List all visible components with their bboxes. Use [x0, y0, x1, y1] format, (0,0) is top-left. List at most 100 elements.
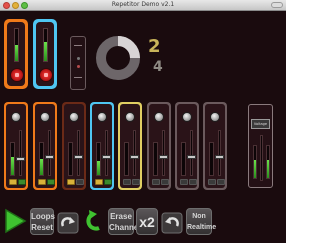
volume-fader-handle[interactable]: [16, 157, 25, 162]
loop-2-meter-fill: [44, 41, 47, 61]
channel-strip-1: [4, 102, 28, 190]
channel-strip-8: [203, 102, 227, 190]
selector-mark-top: [74, 45, 82, 46]
app-window: Repetitor Demo v2.1 2 4 Voltage Loops Re…: [0, 0, 286, 243]
channel-strip-4: [90, 102, 114, 190]
pan-knob[interactable]: [182, 112, 192, 122]
channel-strip-body: [6, 104, 26, 188]
loop-panel-1-body: [7, 22, 25, 86]
volume-fader-track[interactable]: [133, 130, 136, 176]
loop-2-record-button[interactable]: [39, 68, 53, 82]
double-speed-label: x2: [139, 214, 155, 230]
channel-strip-body: [64, 104, 84, 188]
volume-fader-track[interactable]: [77, 130, 80, 176]
erase-channel-label: Erase Channel: [109, 212, 141, 232]
channel-solo-button[interactable]: [161, 179, 169, 185]
pan-knob[interactable]: [125, 112, 135, 122]
channel-mute-button[interactable]: [180, 179, 188, 185]
channel-solo-button[interactable]: [47, 179, 55, 185]
channel-strip-3: [62, 102, 86, 190]
volume-fader-track[interactable]: [19, 130, 22, 176]
channel-solo-button[interactable]: [76, 179, 84, 185]
volume-fader-handle[interactable]: [45, 155, 54, 160]
volume-fader-handle[interactable]: [102, 155, 111, 160]
volume-fader-handle[interactable]: [130, 155, 139, 160]
channel-level-meter: [10, 142, 15, 176]
play-button[interactable]: [3, 207, 27, 235]
loop-1-meter: [14, 28, 19, 62]
channel-strip-7: [175, 102, 199, 190]
loop-1-meter-fill: [15, 45, 18, 61]
loop-panel-2: [33, 19, 57, 89]
pan-knob[interactable]: [69, 112, 79, 122]
master-meter-right-fill: [267, 160, 269, 178]
channel-level-meter: [39, 142, 44, 176]
undo-button[interactable]: [161, 212, 183, 234]
channel-mute-button[interactable]: [67, 179, 75, 185]
pan-knob[interactable]: [11, 112, 21, 122]
ring-progress-arc: [117, 36, 140, 59]
channel-mute-button[interactable]: [38, 179, 46, 185]
volume-fader-handle[interactable]: [159, 155, 168, 160]
master-fader-track[interactable]: [260, 135, 263, 181]
channel-strip-body: [35, 104, 55, 188]
volume-fader-handle[interactable]: [215, 155, 224, 160]
erase-channel-button[interactable]: Erase Channel: [108, 208, 141, 235]
channel-level-meter: [153, 142, 158, 176]
channel-mute-button[interactable]: [9, 179, 17, 185]
channel-mute-button[interactable]: [95, 179, 103, 185]
channel-solo-button[interactable]: [18, 179, 26, 185]
non-realtime-label: Non Realtime: [187, 213, 217, 231]
volume-fader-track[interactable]: [105, 130, 108, 176]
channel-level-fill: [97, 160, 100, 175]
volume-fader-track[interactable]: [190, 130, 193, 176]
non-realtime-button[interactable]: Non Realtime: [186, 208, 217, 235]
channel-strip-5: [118, 102, 142, 190]
channel-level-meter: [209, 142, 214, 176]
volume-fader-track[interactable]: [162, 130, 165, 176]
channel-mute-button[interactable]: [208, 179, 216, 185]
channel-strip-6: [147, 102, 171, 190]
channel-solo-button[interactable]: [217, 179, 225, 185]
channel-level-fill: [40, 159, 43, 175]
channel-solo-button[interactable]: [132, 179, 140, 185]
loops-reset-button[interactable]: Loops Reset: [30, 208, 55, 235]
master-label[interactable]: Voltage: [251, 119, 270, 129]
title-bar: Repetitor Demo v2.1: [0, 0, 286, 11]
toolbar-toggle-button[interactable]: [271, 2, 283, 8]
loop-1-record-button[interactable]: [10, 68, 24, 82]
volume-fader-track[interactable]: [48, 130, 51, 176]
channel-mute-button[interactable]: [123, 179, 131, 185]
volume-fader-track[interactable]: [218, 130, 221, 176]
loop-panel-1: [4, 19, 28, 89]
loop-undo-icon[interactable]: [81, 208, 106, 235]
pan-knob[interactable]: [210, 112, 220, 122]
double-speed-button[interactable]: x2: [136, 208, 158, 235]
redo-button[interactable]: [57, 212, 79, 234]
window-title: Repetitor Demo v2.1: [111, 1, 175, 8]
channel-level-meter: [124, 142, 129, 176]
volume-fader-handle[interactable]: [74, 155, 83, 160]
mode-selector[interactable]: [70, 36, 86, 90]
channel-solo-button[interactable]: [189, 179, 197, 185]
selector-mark-bottom: [74, 77, 82, 78]
selector-dot-2: [77, 65, 80, 68]
channel-level-meter: [68, 142, 73, 176]
channel-level-fill: [11, 157, 14, 175]
bottom-toolbar: Loops Reset Erase Channel x2 Non Realtim…: [0, 204, 286, 243]
loop-progress-ring: [96, 36, 140, 80]
channel-strip-body: [149, 104, 169, 188]
pan-knob[interactable]: [40, 112, 50, 122]
volume-fader-handle[interactable]: [187, 155, 196, 160]
pan-knob[interactable]: [97, 112, 107, 122]
total-loop-count: 4: [153, 59, 163, 75]
pan-knob[interactable]: [154, 112, 164, 122]
channel-level-meter: [181, 142, 186, 176]
channel-strip-body: [177, 104, 197, 188]
channel-solo-button[interactable]: [104, 179, 112, 185]
channel-strip-2: [33, 102, 57, 190]
channel-mute-button[interactable]: [152, 179, 160, 185]
channel-strip-body: [205, 104, 225, 188]
loops-reset-label: Loops Reset: [31, 212, 55, 232]
master-meter-left-fill: [254, 160, 256, 178]
